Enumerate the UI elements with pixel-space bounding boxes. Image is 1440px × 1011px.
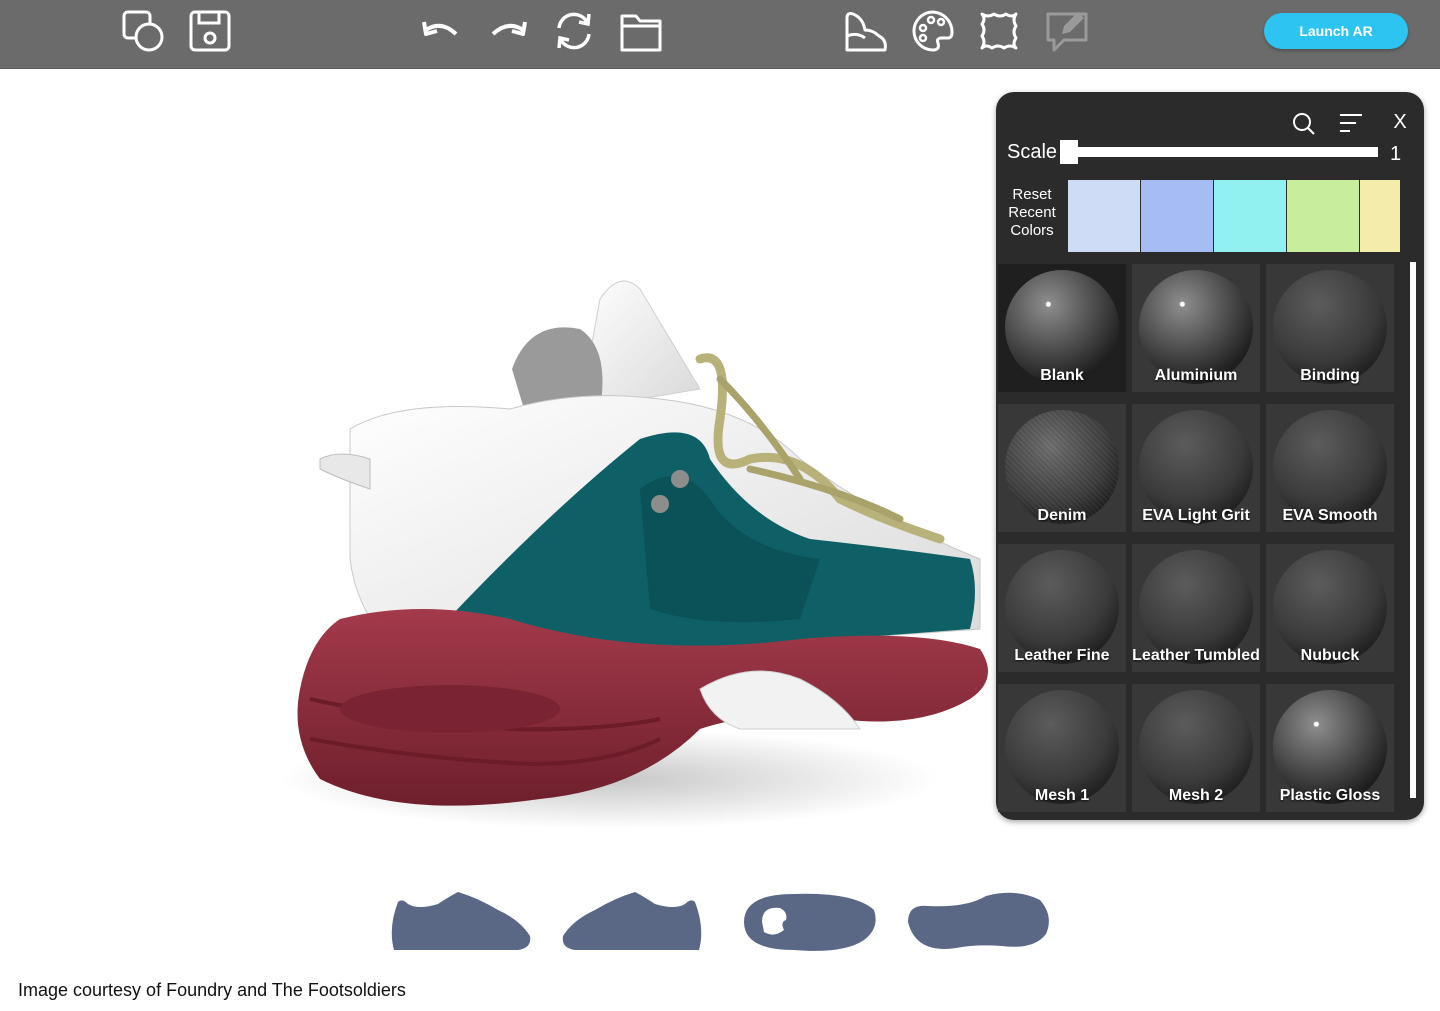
material-label: EVA Smooth bbox=[1282, 507, 1378, 524]
close-panel-button[interactable]: X bbox=[1389, 110, 1411, 134]
shoe-view-button[interactable] bbox=[841, 6, 891, 56]
color-swatch[interactable] bbox=[1287, 180, 1359, 252]
material-tile[interactable]: Mesh 2 bbox=[1132, 684, 1260, 812]
shoe-model[interactable] bbox=[280, 259, 1020, 859]
material-tile[interactable]: Mesh 1 bbox=[998, 684, 1126, 812]
redo-icon bbox=[491, 21, 527, 36]
material-tile[interactable]: Aluminium bbox=[1132, 264, 1260, 392]
filter-icon[interactable] bbox=[1338, 110, 1364, 136]
scale-slider-track[interactable] bbox=[1062, 147, 1378, 157]
search-icon[interactable] bbox=[1290, 110, 1316, 136]
material-tile[interactable]: Leather Fine bbox=[998, 544, 1126, 672]
bottom-view-button[interactable] bbox=[906, 888, 1050, 954]
redo-button[interactable] bbox=[483, 6, 533, 56]
material-label: Plastic Gloss bbox=[1279, 787, 1381, 804]
folder-button[interactable] bbox=[616, 6, 666, 56]
pattern-icon bbox=[980, 12, 1018, 50]
material-label: Nubuck bbox=[1300, 647, 1360, 664]
material-tile[interactable]: Plastic Gloss bbox=[1266, 684, 1394, 812]
material-label: Binding bbox=[1300, 367, 1360, 384]
material-label: EVA Light Grit bbox=[1142, 507, 1250, 524]
comment-button[interactable] bbox=[1042, 6, 1092, 56]
scale-slider-thumb[interactable] bbox=[1060, 140, 1078, 164]
comment-icon bbox=[1046, 12, 1088, 52]
color-swatch[interactable] bbox=[1068, 180, 1140, 252]
refresh-button[interactable] bbox=[549, 6, 599, 56]
material-tile[interactable]: Nubuck bbox=[1266, 544, 1394, 672]
material-tile[interactable]: Blank bbox=[998, 264, 1126, 392]
material-tile[interactable]: Binding bbox=[1266, 264, 1394, 392]
material-label: Mesh 2 bbox=[1168, 787, 1224, 804]
recent-colors bbox=[1068, 180, 1401, 252]
shapes-button[interactable] bbox=[118, 6, 168, 56]
launch-ar-button[interactable]: Launch AR bbox=[1264, 13, 1408, 49]
refresh-icon bbox=[557, 12, 591, 50]
reset-label-line: Reset bbox=[1012, 186, 1052, 203]
material-label: Leather Tumbled bbox=[1132, 647, 1260, 664]
undo-button[interactable] bbox=[416, 6, 466, 56]
top-view-button[interactable] bbox=[734, 888, 878, 954]
color-swatch[interactable] bbox=[1360, 180, 1400, 252]
save-button[interactable] bbox=[185, 6, 235, 56]
palette-button[interactable] bbox=[908, 6, 958, 56]
top-toolbar: Launch AR bbox=[0, 0, 1440, 69]
save-icon bbox=[189, 10, 231, 52]
image-credit: Image courtesy of Foundry and The Footso… bbox=[18, 980, 406, 1000]
material-tile[interactable]: EVA Smooth bbox=[1266, 404, 1394, 532]
material-label: Leather Fine bbox=[1014, 647, 1110, 664]
pattern-button[interactable] bbox=[974, 6, 1024, 56]
undo-icon bbox=[422, 21, 458, 36]
reset-label-line: Recent bbox=[1008, 204, 1056, 221]
palette-icon bbox=[912, 10, 954, 52]
reset-label-line: Colors bbox=[1010, 222, 1054, 239]
reset-recent-colors-button[interactable]: Reset Recent Colors bbox=[1003, 186, 1061, 242]
material-label: Blank bbox=[1040, 367, 1084, 384]
material-label: Aluminium bbox=[1154, 367, 1238, 384]
material-label: Denim bbox=[1037, 507, 1087, 524]
side-view-button[interactable] bbox=[388, 888, 532, 954]
scale-label: Scale bbox=[1007, 141, 1058, 163]
shapes-icon bbox=[122, 10, 164, 52]
color-swatch[interactable] bbox=[1214, 180, 1286, 252]
panel-scrollbar[interactable] bbox=[1410, 262, 1416, 798]
shoe-view-icon bbox=[845, 12, 887, 52]
folder-icon bbox=[620, 14, 662, 52]
color-swatch[interactable] bbox=[1141, 180, 1213, 252]
material-label: Mesh 1 bbox=[1034, 787, 1090, 804]
scale-value: 1 bbox=[1390, 143, 1402, 165]
material-tile[interactable]: Leather Tumbled bbox=[1132, 544, 1260, 672]
material-tile[interactable]: EVA Light Grit bbox=[1132, 404, 1260, 532]
medial-view-button[interactable] bbox=[561, 888, 705, 954]
material-tile[interactable]: Denim bbox=[998, 404, 1126, 532]
